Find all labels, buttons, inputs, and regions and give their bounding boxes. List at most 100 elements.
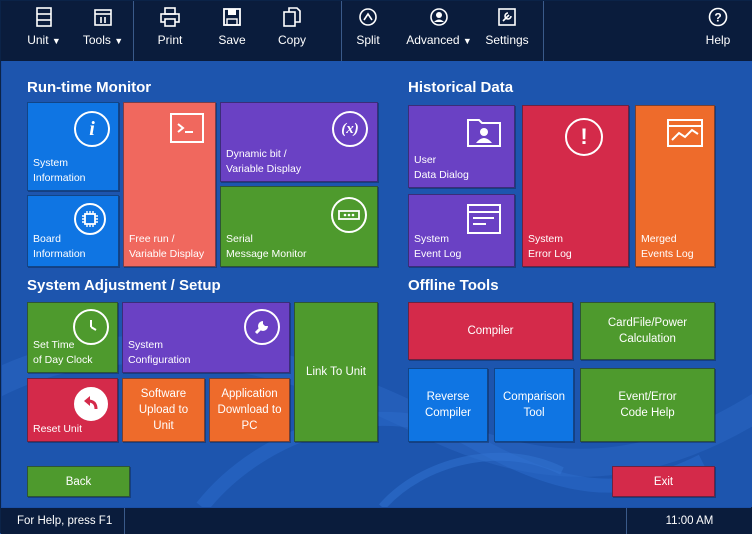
toolbar-divider <box>543 1 544 61</box>
printer-icon <box>160 7 180 27</box>
tile-label-line: Information <box>33 248 86 260</box>
cardfile-power-calculation-tile[interactable]: CardFile/Power Calculation <box>580 302 715 360</box>
tile-label-line: Configuration <box>128 354 191 366</box>
tile-label-line: Error Log <box>528 248 572 260</box>
tile-label-line: System <box>528 233 564 245</box>
split-label: Split <box>356 33 380 47</box>
reverse-compiler-tile[interactable]: Reverse Compiler <box>408 368 488 442</box>
tile-label-line: Information <box>33 172 86 184</box>
user-folder-icon <box>466 116 502 148</box>
tile-label-line: Variable Display <box>226 163 302 175</box>
system-adjustment-heading: System Adjustment / Setup <box>27 277 221 294</box>
tile-label-line: User <box>414 154 437 166</box>
reset-arrow-icon <box>74 387 108 421</box>
serial-port-icon <box>331 197 367 233</box>
save-button[interactable]: Save <box>215 7 249 57</box>
offline-tools-heading: Offline Tools <box>408 277 499 294</box>
tile-label-line: Free run / <box>129 233 175 245</box>
status-bar: For Help, press F1 11:00 AM <box>1 508 752 534</box>
settings-icon <box>498 8 516 26</box>
copy-label: Copy <box>277 33 306 47</box>
board-information-tile[interactable]: Board Information <box>27 195 119 267</box>
help-label: Help <box>705 33 731 47</box>
chevron-down-icon: ▼ <box>51 36 61 46</box>
back-label: Back <box>65 475 92 488</box>
dashboard: Run-time Monitor Historical Data System … <box>2 61 752 507</box>
comparison-tool-tile[interactable]: Comparison Tool <box>494 368 574 442</box>
tile-label-line: of Day Clock <box>33 354 93 366</box>
system-information-tile[interactable]: i System Information <box>27 102 119 191</box>
system-event-log-tile[interactable]: System Event Log <box>408 194 515 267</box>
free-run-tile[interactable]: Free run / Variable Display <box>123 102 216 267</box>
tools-menu-button[interactable]: Tools ▼ <box>83 7 123 57</box>
print-button[interactable]: Print <box>153 7 187 57</box>
split-button[interactable]: Split <box>353 7 383 57</box>
tile-label-line: Board <box>33 233 62 245</box>
variable-x-icon: (x) <box>332 111 368 147</box>
tile-label-line: Application <box>221 388 278 400</box>
print-label: Print <box>157 33 183 47</box>
tile-label-line: System <box>33 157 69 169</box>
historical-data-heading: Historical Data <box>408 79 514 96</box>
compiler-tile[interactable]: Compiler <box>408 302 573 360</box>
tile-label-line: Upload to <box>138 404 189 416</box>
link-to-unit-tile[interactable]: Link To Unit <box>294 302 378 442</box>
tile-label-line: Event Log <box>414 248 462 260</box>
tile-label-line: Unit <box>153 420 174 432</box>
tile-label: Link To Unit <box>306 366 366 378</box>
tile-label-line: CardFile/Power <box>607 317 688 329</box>
tile-label-line: Software <box>140 388 187 400</box>
floppy-disk-icon <box>223 8 241 26</box>
wrench-icon <box>244 309 280 345</box>
back-button[interactable]: Back <box>27 466 130 497</box>
tile-label-line: Dynamic bit / <box>226 148 287 160</box>
help-icon: ? <box>708 7 728 27</box>
system-configuration-tile[interactable]: System Configuration <box>122 302 290 373</box>
split-icon <box>359 8 377 26</box>
svg-text:?: ? <box>714 11 721 25</box>
copy-icon <box>283 7 301 27</box>
tile-label-line: Set Time <box>33 339 75 351</box>
tile-label-line: System <box>128 339 164 351</box>
tile-label: Reset Unit <box>33 423 83 435</box>
copy-button[interactable]: Copy <box>275 7 309 57</box>
system-error-log-tile[interactable]: ! System Error Log <box>522 105 629 267</box>
settings-button[interactable]: Settings <box>485 7 529 57</box>
info-icon: i <box>74 111 110 147</box>
advanced-icon <box>430 8 448 26</box>
dynamic-bit-tile[interactable]: (x) Dynamic bit / Variable Display <box>220 102 378 182</box>
event-error-code-help-tile[interactable]: Event/Error Code Help <box>580 368 715 442</box>
application-download-tile[interactable]: Application Download to PC <box>209 378 290 442</box>
set-time-tile[interactable]: Set Time of Day Clock <box>27 302 118 373</box>
settings-label: Settings <box>485 33 529 47</box>
chip-icon <box>74 203 106 235</box>
reset-unit-tile[interactable]: Reset Unit <box>27 378 118 442</box>
advanced-menu-button[interactable]: Advanced ▼ <box>406 7 472 57</box>
tile-label-line: Merged <box>641 233 677 245</box>
unit-menu-button[interactable]: Unit ▼ <box>25 7 63 57</box>
tile-label-line: Reverse <box>426 391 470 403</box>
event-list-icon <box>466 203 502 235</box>
serial-message-monitor-tile[interactable]: Serial Message Monitor <box>220 186 378 267</box>
exit-button[interactable]: Exit <box>612 466 715 497</box>
advanced-label: Advanced <box>406 33 460 47</box>
tile-label-line: PC <box>241 420 258 432</box>
tile-label-line: Code Help <box>620 407 675 419</box>
tile-label-line: Event/Error <box>618 391 677 403</box>
toolbar: Unit ▼ Tools ▼ Print Save Copy Split Adv… <box>1 1 752 61</box>
help-button[interactable]: ? Help <box>703 7 733 57</box>
toolbar-divider <box>133 1 134 61</box>
tile-label-line: Data Dialog <box>414 169 469 181</box>
tile-label-line: Events Log <box>641 248 694 260</box>
tools-label: Tools <box>82 33 111 47</box>
status-clock: 11:00 AM <box>626 508 752 534</box>
user-data-dialog-tile[interactable]: User Data Dialog <box>408 105 515 188</box>
merged-events-log-tile[interactable]: Merged Events Log <box>635 105 715 267</box>
save-label: Save <box>218 33 246 47</box>
tile-label-line: Comparison <box>503 391 565 403</box>
tile-label-line: Tool <box>523 407 545 419</box>
tile-label-line: Download to <box>217 404 282 416</box>
tile-label-line: System <box>414 233 450 245</box>
tile-label-line: Message Monitor <box>226 248 307 260</box>
software-upload-tile[interactable]: Software Upload to Unit <box>122 378 205 442</box>
